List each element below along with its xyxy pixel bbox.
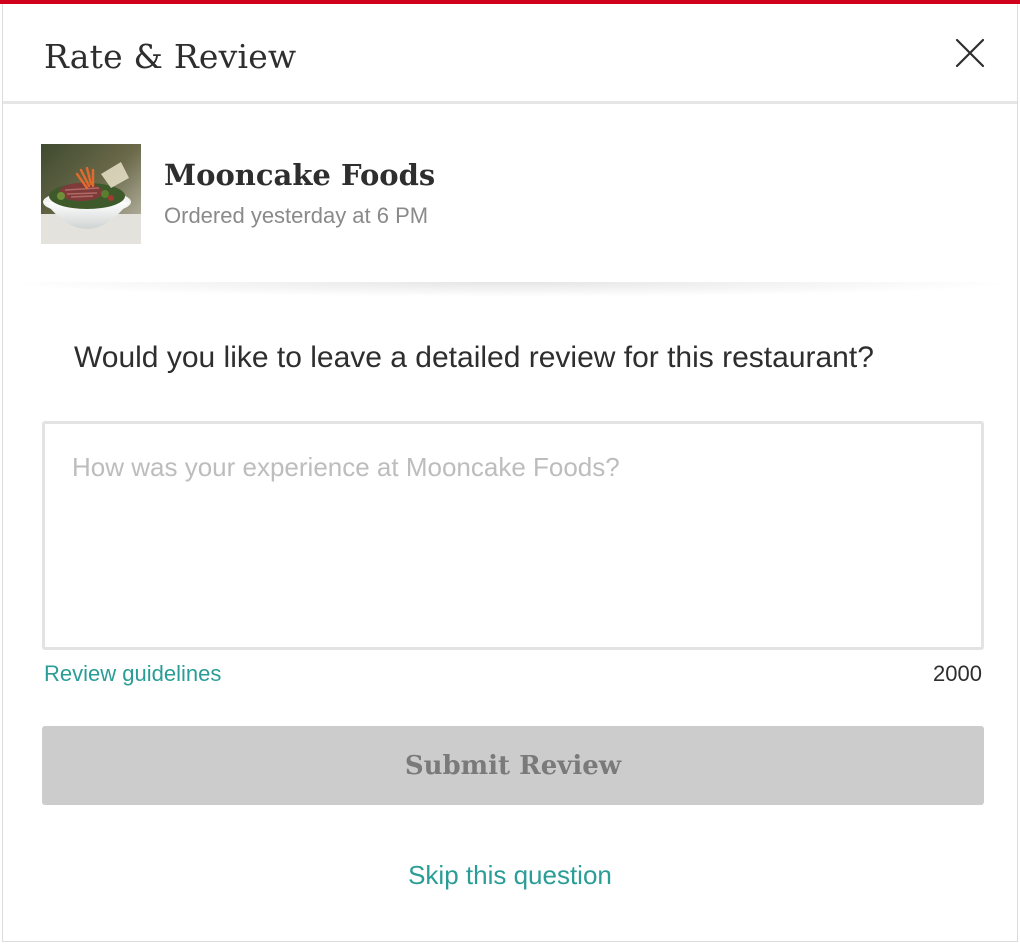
review-question: Would you like to leave a detailed revie… [74, 341, 874, 374]
section-divider [23, 282, 997, 296]
food-bowl-photo [41, 144, 141, 244]
close-icon [955, 38, 985, 68]
rate-review-dialog: Rate & Review Mooncake Foods Ordered yes… [0, 0, 1020, 942]
restaurant-thumbnail [41, 144, 141, 244]
review-textarea[interactable] [42, 421, 984, 650]
order-time: Ordered yesterday at 6 PM [164, 203, 429, 228]
restaurant-summary: Mooncake Foods Ordered yesterday at 6 PM [3, 104, 1017, 286]
submit-review-button[interactable]: Submit Review [42, 726, 984, 805]
review-guidelines-link[interactable]: Review guidelines [44, 660, 221, 688]
skip-question-link[interactable]: Skip this question [3, 858, 1017, 892]
close-button[interactable] [953, 36, 987, 70]
restaurant-name: Mooncake Foods [164, 158, 436, 192]
character-count: 2000 [933, 661, 982, 686]
dialog-title: Rate & Review [44, 37, 297, 76]
dialog-header: Rate & Review [3, 4, 1017, 104]
